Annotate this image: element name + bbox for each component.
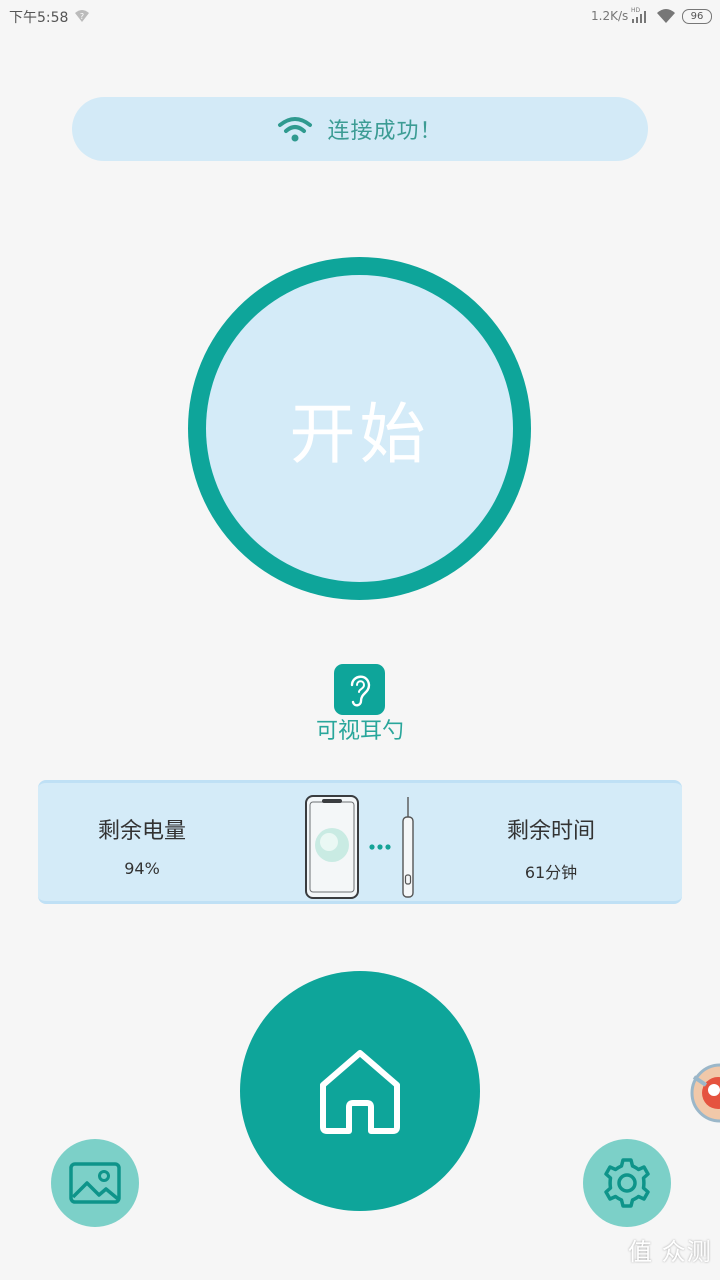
device-name: 可视耳勺 bbox=[315, 719, 404, 744]
gallery-button[interactable] bbox=[51, 1139, 139, 1227]
start-button[interactable]: 开始 bbox=[188, 257, 531, 600]
time-label: 剩余时间 bbox=[506, 819, 595, 844]
start-button-label: 开始 bbox=[289, 395, 430, 473]
gallery-icon bbox=[69, 1162, 121, 1204]
connection-status-banner: 连接成功！ bbox=[72, 97, 648, 161]
home-icon bbox=[320, 1050, 400, 1134]
gear-icon bbox=[604, 1158, 650, 1208]
watermark: 值 众测 bbox=[628, 1238, 712, 1266]
connection-status-text: 连接成功！ bbox=[327, 119, 443, 144]
floating-mascot-icon[interactable] bbox=[688, 1057, 720, 1129]
wifi-status-icon bbox=[657, 9, 675, 23]
battery-value: 94% bbox=[124, 859, 160, 878]
wifi-unknown-icon: ? bbox=[75, 10, 89, 22]
start-button-inner[interactable]: 开始 bbox=[206, 275, 513, 582]
settings-button[interactable] bbox=[583, 1139, 671, 1227]
battery-indicator: 96 bbox=[682, 9, 712, 24]
time-value: 61分钟 bbox=[524, 863, 578, 882]
network-speed: 1.2K/s bbox=[591, 9, 629, 23]
home-button[interactable] bbox=[240, 971, 480, 1211]
status-time: 下午5:58 bbox=[9, 10, 69, 26]
battery-section: 剩余电量 94% bbox=[42, 783, 242, 878]
wifi-icon bbox=[277, 115, 313, 143]
signal-icon: HD bbox=[631, 7, 646, 23]
battery-label: 剩余电量 bbox=[97, 819, 186, 844]
device-status-card: 剩余电量 94% 剩余时间 61分钟 bbox=[38, 780, 682, 904]
status-bar: 下午5:58 ? 1.2K/s HD 96 bbox=[0, 0, 720, 34]
time-section: 剩余时间 61分钟 bbox=[451, 783, 651, 883]
phone-device-connection-illustration bbox=[305, 795, 414, 899]
ear-icon bbox=[334, 664, 385, 715]
svg-text:HD: HD bbox=[631, 7, 641, 14]
svg-text:?: ? bbox=[80, 12, 84, 21]
